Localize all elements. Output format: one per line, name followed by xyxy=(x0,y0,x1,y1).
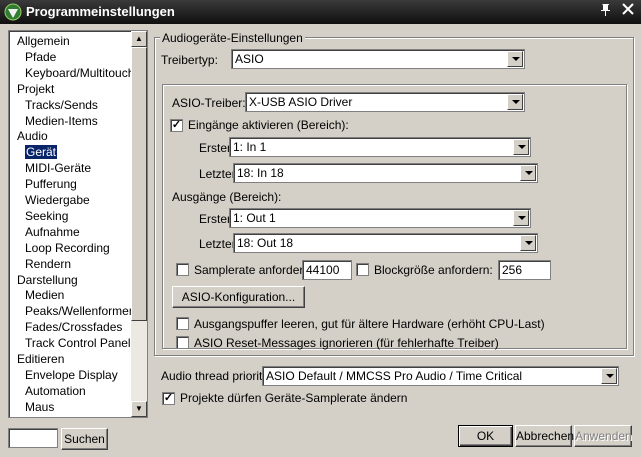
tree-item[interactable]: Projekt xyxy=(17,81,54,97)
search-button[interactable]: Suchen xyxy=(61,428,108,450)
tree-item[interactable]: Rendern xyxy=(25,256,71,272)
outputs-last-select[interactable]: 18: Out 18 xyxy=(233,233,538,253)
tree-item[interactable]: Fades/Crossfades xyxy=(25,319,122,335)
inputs-first-select[interactable]: 1: In 1 xyxy=(229,137,531,157)
samplerate-checkbox[interactable] xyxy=(176,263,189,276)
tree-item[interactable]: Medien-Items xyxy=(25,113,98,129)
tree-item[interactable]: Envelope Display xyxy=(25,367,118,383)
blocksize-input[interactable]: 256 xyxy=(498,260,551,280)
tree-item[interactable]: Darstellung xyxy=(17,272,78,288)
ok-button[interactable]: OK xyxy=(458,425,513,447)
tree-item[interactable]: Keyboard/Multitouch xyxy=(25,65,134,81)
tree-item[interactable]: Allgemein xyxy=(17,33,70,49)
search-input[interactable] xyxy=(8,428,58,448)
blocksize-checkbox[interactable] xyxy=(356,263,369,276)
outputs-first-select[interactable]: 1: Out 1 xyxy=(229,208,531,228)
driver-type-label: Treibertyp: xyxy=(161,53,218,67)
tree-item[interactable]: Tracks/Sends xyxy=(25,97,98,113)
allow-samplerate-checkbox[interactable]: ✓ xyxy=(162,392,175,405)
chevron-down-icon[interactable] xyxy=(507,51,523,67)
tree-item[interactable]: Editieren xyxy=(17,351,64,367)
asio-config-button[interactable]: ASIO-Konfiguration... xyxy=(172,286,305,308)
driver-type-select[interactable]: ASIO xyxy=(231,49,525,69)
flush-outputs-checkbox[interactable] xyxy=(176,317,189,330)
tree-item[interactable]: Wiedergabe xyxy=(25,192,90,208)
thread-priority-select[interactable]: ASIO Default / MMCSS Pro Audio / Time Cr… xyxy=(262,366,619,386)
checkmark-icon: ✓ xyxy=(163,392,174,404)
inputs-last-select[interactable]: 18: In 18 xyxy=(233,163,538,183)
allow-samplerate-label: Projekte dürfen Geräte-Samplerate ändern xyxy=(180,391,408,405)
asio-driver-label: ASIO-Treiber: xyxy=(172,96,246,110)
scroll-up-icon[interactable]: ▲ xyxy=(131,31,147,47)
tree-item[interactable]: MIDI-Geräte xyxy=(25,160,91,176)
outputs-label: Ausgänge (Bereich): xyxy=(172,190,282,204)
inputs-first-label: Erster xyxy=(199,141,232,155)
pin-icon[interactable] xyxy=(598,3,614,19)
tree-item[interactable]: Medien xyxy=(25,287,64,303)
enable-inputs-label: Eingänge aktivieren (Bereich): xyxy=(188,118,349,132)
cancel-button[interactable]: Abbrechen xyxy=(515,425,574,447)
tree-item[interactable]: Pfade xyxy=(25,49,56,65)
close-icon[interactable] xyxy=(620,3,636,19)
tree-item[interactable]: Track Control Panels xyxy=(25,335,137,351)
tree-item[interactable]: Loop Recording xyxy=(25,240,110,256)
scroll-down-icon[interactable]: ▼ xyxy=(131,401,147,417)
tree-item[interactable]: Gerät xyxy=(25,144,58,160)
blocksize-label: Blockgröße anfordern: xyxy=(374,263,493,277)
samplerate-label: Samplerate anfordern: xyxy=(194,263,314,277)
flush-outputs-label: Ausgangspuffer leeren, gut für ältere Ha… xyxy=(194,317,545,331)
chevron-down-icon[interactable] xyxy=(507,94,523,110)
tree-item[interactable]: Seeking xyxy=(25,208,68,224)
tree-item[interactable]: Pufferung xyxy=(25,176,77,192)
chevron-down-icon[interactable] xyxy=(520,165,536,181)
chevron-down-icon[interactable] xyxy=(513,139,529,155)
inputs-last-label: Letzter xyxy=(199,167,236,181)
audio-device-group-title: Audiogeräte-Einstellungen xyxy=(160,31,305,45)
scroll-thumb[interactable] xyxy=(131,47,147,321)
samplerate-input[interactable]: 44100 xyxy=(302,260,352,280)
enable-inputs-checkbox[interactable]: ✓ xyxy=(170,119,183,132)
tree-item[interactable]: Aufnahme xyxy=(25,224,80,240)
asio-driver-select[interactable]: X-USB ASIO Driver xyxy=(245,92,525,112)
chevron-down-icon[interactable] xyxy=(513,210,529,226)
category-tree[interactable]: Allgemein Pfade Keyboard/Multitouch Projekt… xyxy=(8,30,148,418)
tree-scrollbar[interactable]: ▲ ▼ xyxy=(131,31,147,417)
app-logo-icon xyxy=(4,3,22,21)
tree-item[interactable]: Peaks/Wellenformen xyxy=(25,303,136,319)
apply-button[interactable]: Anwenden xyxy=(574,425,632,447)
title-bar[interactable]: Programmeinstellungen xyxy=(0,0,641,24)
checkmark-icon: ✓ xyxy=(171,119,182,131)
ignore-reset-label: ASIO Reset-Messages ignorieren (für fehl… xyxy=(194,336,499,350)
ignore-reset-checkbox[interactable] xyxy=(176,336,189,349)
outputs-first-label: Erster xyxy=(199,212,232,226)
tree-item[interactable]: Automation xyxy=(25,383,86,399)
chevron-down-icon[interactable] xyxy=(601,368,617,384)
chevron-down-icon[interactable] xyxy=(520,235,536,251)
window-title: Programmeinstellungen xyxy=(26,4,175,19)
preferences-window: Programmeinstellungen Allgemein Pfade Keyb… xyxy=(0,0,641,457)
tree-item[interactable]: Maus xyxy=(25,399,54,415)
thread-priority-label: Audio thread priority: xyxy=(161,369,272,383)
tree-item[interactable]: Audio xyxy=(17,128,48,144)
outputs-last-label: Letzter xyxy=(199,237,236,251)
